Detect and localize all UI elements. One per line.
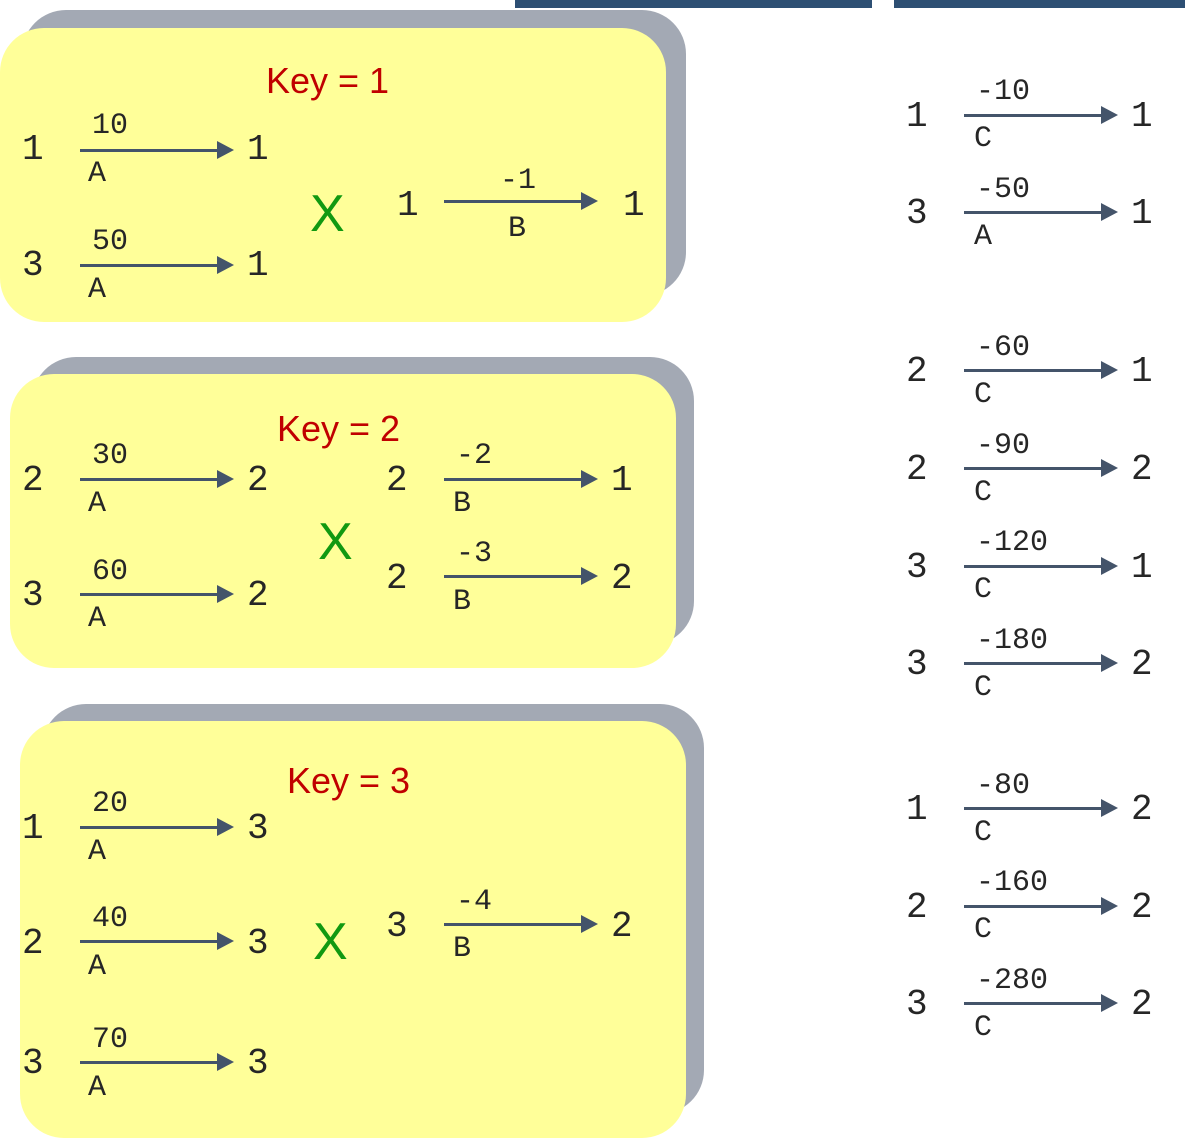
- arrow-icon: [80, 141, 234, 159]
- cross-symbol-2: X: [318, 513, 353, 571]
- arrow-icon: [964, 459, 1118, 477]
- top-image-left: [515, 0, 872, 8]
- arrow-icon: [444, 192, 598, 210]
- arrow-icon: [80, 818, 234, 836]
- cross-symbol-3: X: [313, 913, 348, 971]
- arrow-icon: [964, 557, 1118, 575]
- arrow-icon: [80, 470, 234, 488]
- arrow-icon: [964, 106, 1118, 124]
- arrow-icon: [964, 361, 1118, 379]
- arrow-icon: [80, 932, 234, 950]
- cross-symbol-1: X: [310, 185, 345, 243]
- arrow-icon: [444, 470, 598, 488]
- top-image-right: [894, 0, 1185, 8]
- arrow-icon: [964, 654, 1118, 672]
- arrow-icon: [964, 799, 1118, 817]
- arrow-icon: [964, 203, 1118, 221]
- arrow-icon: [444, 567, 598, 585]
- key-label-1: Key = 1: [266, 60, 390, 101]
- arrow-icon: [80, 256, 234, 274]
- arrow-icon: [964, 994, 1118, 1012]
- key-label-2: Key = 2: [277, 408, 401, 449]
- arrow-icon: [80, 1053, 234, 1071]
- arrow-icon: [80, 585, 234, 603]
- arrow-icon: [444, 915, 598, 933]
- key-label-3: Key = 3: [287, 760, 411, 801]
- arrow-icon: [964, 897, 1118, 915]
